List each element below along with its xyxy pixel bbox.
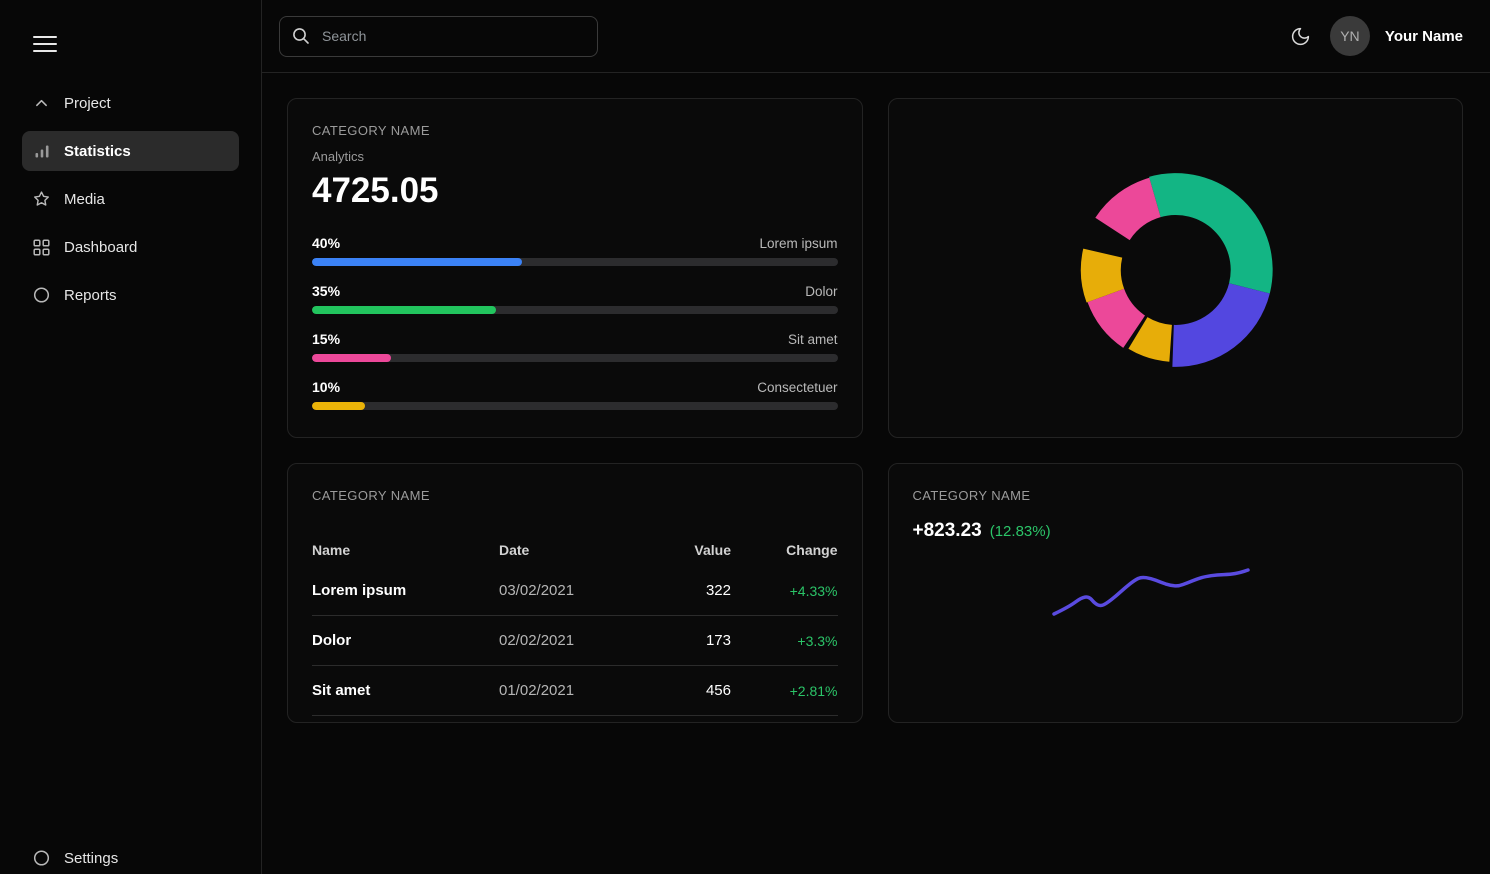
analytics-card: CATEGORY NAME Analytics 4725.05 40% Lorem… (287, 98, 863, 438)
trend-value-row: +823.23 (12.83%) (913, 520, 1439, 542)
chevron-up-icon (33, 95, 50, 112)
trend-value: +823.23 (913, 520, 982, 542)
sidebar-item-project[interactable]: Project (22, 83, 239, 123)
analytics-subtitle: Analytics (312, 149, 838, 164)
cell-name: Lorem ipsum (312, 582, 499, 599)
cell-date: 01/02/2021 (499, 682, 644, 699)
cell-change: +2.81% (731, 683, 838, 699)
sidebar-footer: Settings (16, 838, 245, 874)
bar-chart-icon (33, 143, 50, 160)
sparkline-path (1054, 570, 1248, 614)
sidebar-item-label: Project (64, 95, 111, 112)
cell-change: +4.33% (731, 583, 838, 599)
search-input[interactable] (320, 27, 585, 45)
progress-track (312, 354, 838, 362)
cell-date: 03/02/2021 (499, 582, 644, 599)
menu-toggle-button[interactable] (28, 31, 62, 60)
progress-fill (312, 354, 391, 362)
sidebar-spacer (16, 323, 245, 815)
donut-chart-card (888, 98, 1464, 438)
sidebar: Project Statistics Media Dashboard Reports S… (0, 0, 262, 874)
progress-label: Lorem ipsum (759, 236, 837, 251)
sidebar-item-media[interactable]: Media (22, 179, 239, 219)
progress-percent: 40% (312, 235, 340, 251)
sidebar-item-label: Reports (64, 287, 117, 304)
progress-track (312, 258, 838, 266)
progress-percent: 35% (312, 283, 340, 299)
progress-row: 10% Consectetuer (312, 379, 838, 410)
table-body: Lorem ipsum03/02/2021322+4.33%Dolor02/02… (312, 566, 838, 716)
circle-icon (33, 287, 50, 304)
cell-name: Sit amet (312, 682, 499, 699)
table-row: Dolor02/02/2021173+3.3% (312, 616, 838, 666)
sidebar-item-label: Dashboard (64, 239, 137, 256)
column-header-change: Change (731, 542, 838, 558)
category-label: CATEGORY NAME (312, 488, 838, 503)
sidebar-item-statistics[interactable]: Statistics (22, 131, 239, 171)
theme-toggle-button[interactable] (1286, 22, 1315, 51)
sidebar-item-settings[interactable]: Settings (22, 838, 239, 874)
trend-sparkline-chart (1052, 567, 1250, 619)
hamburger-icon (32, 43, 58, 58)
table-header-row: NameDateValueChange (312, 522, 838, 566)
sidebar-item-label: Statistics (64, 143, 131, 160)
cell-change: +3.3% (731, 633, 838, 649)
cell-value: 322 (644, 582, 731, 599)
donut-chart (889, 99, 1463, 437)
avatar[interactable]: YN (1330, 16, 1370, 56)
user-name: Your Name (1385, 28, 1463, 45)
analytics-total-value: 4725.05 (312, 171, 838, 211)
progress-fill (312, 402, 365, 410)
avatar-initials: YN (1340, 28, 1359, 44)
progress-row: 40% Lorem ipsum (312, 235, 838, 266)
donut-segment (1172, 283, 1269, 367)
star-icon (33, 191, 50, 208)
grid-icon (33, 239, 50, 256)
topbar: YN Your Name (262, 0, 1490, 73)
column-header-name: Name (312, 542, 499, 558)
sidebar-item-dashboard[interactable]: Dashboard (22, 227, 239, 267)
progress-label: Consectetuer (757, 380, 837, 395)
progress-track (312, 402, 838, 410)
cell-name: Dolor (312, 632, 499, 649)
category-label: CATEGORY NAME (312, 123, 838, 138)
progress-row: 15% Sit amet (312, 331, 838, 362)
column-header-value: Value (644, 542, 731, 558)
table-row: Lorem ipsum03/02/2021322+4.33% (312, 566, 838, 616)
search-icon (292, 27, 310, 45)
app-root: Project Statistics Media Dashboard Reports S… (0, 0, 1490, 874)
circle-icon (33, 850, 50, 867)
progress-fill (312, 306, 496, 314)
progress-bar-list: 40% Lorem ipsum 35% Dolor 15% Sit amet 10% Cons… (312, 235, 838, 410)
moon-icon (1290, 26, 1311, 47)
donut-segment (1149, 173, 1273, 293)
sidebar-nav: Project Statistics Media Dashboard Reports (16, 83, 245, 323)
table-card: CATEGORY NAME NameDateValueChange Lorem … (287, 463, 863, 723)
column-header-date: Date (499, 542, 644, 558)
table-row: Sit amet01/02/2021456+2.81% (312, 666, 838, 716)
trend-change-percent: (12.83%) (990, 523, 1051, 540)
progress-percent: 15% (312, 331, 340, 347)
progress-fill (312, 258, 522, 266)
cell-value: 173 (644, 632, 731, 649)
cell-value: 456 (644, 682, 731, 699)
category-label: CATEGORY NAME (913, 488, 1439, 503)
donut-segment (1095, 178, 1160, 240)
progress-label: Dolor (805, 284, 837, 299)
trend-card: CATEGORY NAME +823.23 (12.83%) (888, 463, 1464, 723)
sidebar-item-reports[interactable]: Reports (22, 275, 239, 315)
main-area: YN Your Name CATEGORY NAME Analytics 472… (262, 0, 1490, 874)
topbar-right: YN Your Name (1286, 16, 1463, 56)
cell-date: 02/02/2021 (499, 632, 644, 649)
progress-percent: 10% (312, 379, 340, 395)
sidebar-item-label: Media (64, 191, 105, 208)
progress-label: Sit amet (788, 332, 838, 347)
content-grid: CATEGORY NAME Analytics 4725.05 40% Lorem… (262, 73, 1490, 874)
sidebar-item-label: Settings (64, 850, 118, 867)
search-box[interactable] (279, 16, 598, 57)
progress-row: 35% Dolor (312, 283, 838, 314)
progress-track (312, 306, 838, 314)
